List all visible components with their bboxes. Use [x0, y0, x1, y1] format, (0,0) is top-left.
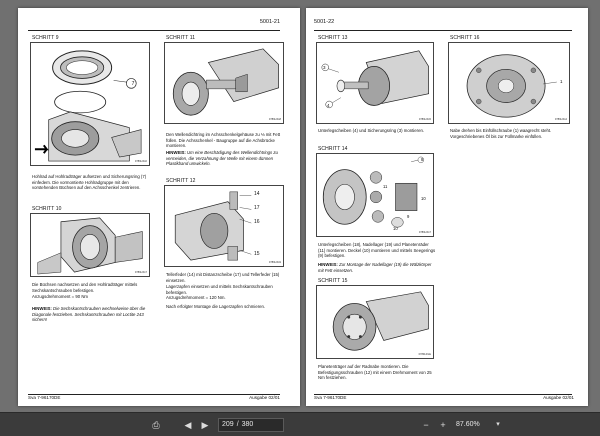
step-15-title: SCHRITT 15	[318, 278, 348, 284]
viewer-toolbar: ⎙ ◀ ▶ 209 / 380 − + 87.60% ▾	[0, 412, 600, 436]
figure-code: 0789L0G5	[418, 118, 431, 121]
step-10-text: Die Büchsen nachsetzen und den Hohlradtr…	[32, 282, 138, 293]
step-13-title: SCHRITT 13	[318, 35, 348, 41]
figure-code: 0789L0G8	[268, 118, 281, 121]
footer-rule	[314, 394, 572, 395]
figure-code: 0789L0G7	[418, 231, 431, 234]
snap-ring-illustration	[321, 50, 429, 109]
step-16-figure: 1 0789L0G4	[448, 42, 570, 124]
figure-code: 0789L0G9	[268, 261, 281, 264]
step-10-torque: Anzugsdrehmoment = 90 Nm	[32, 294, 89, 299]
header-rule	[314, 30, 572, 31]
steering-knuckle-illustration	[172, 48, 279, 116]
document-page-left: 5001-21 SCHRITT 9 7 0789L0G0 Hohlrad auf	[18, 8, 300, 406]
step-9-title: SCHRITT 9	[32, 35, 59, 41]
current-page[interactable]: 209	[222, 419, 234, 431]
footer-edition: Ausgabe 02/01	[543, 395, 574, 400]
step-10-title: SCHRITT 10	[32, 206, 62, 212]
chevron-down-icon[interactable]: ▾	[492, 419, 504, 431]
step-16-title: SCHRITT 16	[450, 35, 480, 41]
step-16-callout: 1	[560, 79, 563, 84]
step-13-figure: 3 4 0789L0G5	[316, 42, 434, 124]
page-number-field[interactable]: 209 / 380	[218, 418, 284, 432]
note-label: HINWEIS:	[166, 150, 186, 155]
pivot-pin-illustration	[174, 191, 252, 261]
header-rule	[28, 30, 280, 31]
step-12-text: Tellerfeder (14) mit Distanzscheibe (17)…	[166, 272, 280, 283]
page-number: 5001-22	[314, 19, 335, 25]
step-9-figure: 7 0789L0G0	[30, 42, 150, 166]
step-14-callout: 11	[383, 184, 388, 189]
ring-gear-illustration	[34, 50, 142, 162]
footer-doc-code: Sva 7-96170DE	[28, 395, 61, 400]
wheel-hub-illustration	[466, 54, 557, 118]
page-number: 5001-21	[259, 19, 280, 25]
figure-code: 0789L0GE	[418, 353, 431, 356]
zoom-in-icon[interactable]: +	[437, 419, 449, 431]
zoom-out-icon[interactable]: −	[420, 419, 432, 431]
step-11-text: Den Wellendichtring im Achsschenkelgehäu…	[166, 132, 281, 149]
step-13-callout: 3	[323, 65, 326, 70]
step-11-figure: 0789L0G8	[164, 42, 284, 124]
step-12-callout: 17	[254, 205, 260, 211]
step-14-title: SCHRITT 14	[318, 146, 348, 152]
step-14-figure: 8 11 10 9 10 0789L0G7	[316, 153, 434, 237]
step-13-callout: 4	[327, 103, 330, 108]
page-separator: /	[236, 421, 239, 428]
footer-doc-code: Sva 7-96170DE	[314, 395, 347, 400]
step-16-text: Nabe drehen bis Einfüllschraube (1) waag…	[450, 128, 552, 139]
planet-gear-illustration	[322, 156, 425, 228]
note-label: HINWEIS:	[318, 262, 338, 267]
footer-rule	[28, 394, 280, 395]
zoom-level[interactable]: 87.60%	[456, 418, 480, 432]
step-10-figure: 0789L0G7	[30, 213, 150, 277]
step-14-callout: 10	[421, 196, 426, 201]
total-pages: 380	[241, 421, 254, 428]
step-15-text: Planetenträger auf der Radnabe montieren…	[318, 364, 432, 381]
step-14-callout: 10	[393, 226, 398, 231]
step-9-text: Hohlrad auf Hohlradträger aufsetzen und …	[32, 174, 147, 191]
step-15-figure: 0789L0GE	[316, 285, 434, 359]
document-page-right: 5001-22 SCHRITT 13 3 4 0789L0G5 Unterleg…	[306, 8, 588, 406]
footer-edition: Ausgabe 02/01	[249, 395, 280, 400]
step-12-text-2: Lagerzapfen einsetzen und mittels Sechsk…	[166, 284, 273, 295]
step-13-text: Unterlegscheiben (4) und Sicherungsring …	[318, 128, 425, 133]
step-12-title: SCHRITT 12	[166, 178, 196, 184]
step-14-callout: 8	[421, 157, 424, 162]
note-label: HINWEIS:	[32, 306, 52, 311]
figure-code: 0789L0G0	[134, 160, 147, 163]
step-12-callout: 16	[254, 219, 260, 225]
prev-page-icon[interactable]: ◀	[182, 419, 194, 431]
figure-code: 0789L0G7	[134, 271, 147, 274]
step-11-title: SCHRITT 11	[166, 35, 196, 41]
step-10-note: HINWEIS: Die Sechskantschrauben wechselw…	[32, 306, 154, 323]
step-12-callout: 15	[254, 251, 260, 257]
step-14-callout: 9	[407, 214, 410, 219]
step-12-torque: Anzugsdrehmoment = 120 Nm.	[166, 295, 226, 300]
print-icon[interactable]: ⎙	[150, 419, 162, 431]
step-12-text-3: Nach erfolgter Montage die Lagerzapfen s…	[166, 304, 266, 309]
step-9-callout: 7	[131, 81, 135, 87]
step-14-note: HINWEIS: Zur Montage der Nadellager (19)…	[318, 262, 436, 273]
axle-hub-illustration	[37, 217, 143, 275]
step-12-figure: 14 17 16 15 0789L0G9	[164, 185, 284, 267]
planet-carrier-illustration	[332, 291, 429, 351]
step-12-callout: 14	[254, 191, 260, 197]
pdf-viewer: 5001-21 SCHRITT 9 7 0789L0G0 Hohlrad auf	[0, 0, 600, 436]
next-page-icon[interactable]: ▶	[199, 419, 211, 431]
step-14-text: Unterlegscheiben (18), Nadellager (19) u…	[318, 242, 436, 259]
step-11-note: HINWEIS: Um eine Beschädigung des Wellen…	[166, 150, 286, 167]
figure-code: 0789L0G4	[554, 118, 567, 121]
